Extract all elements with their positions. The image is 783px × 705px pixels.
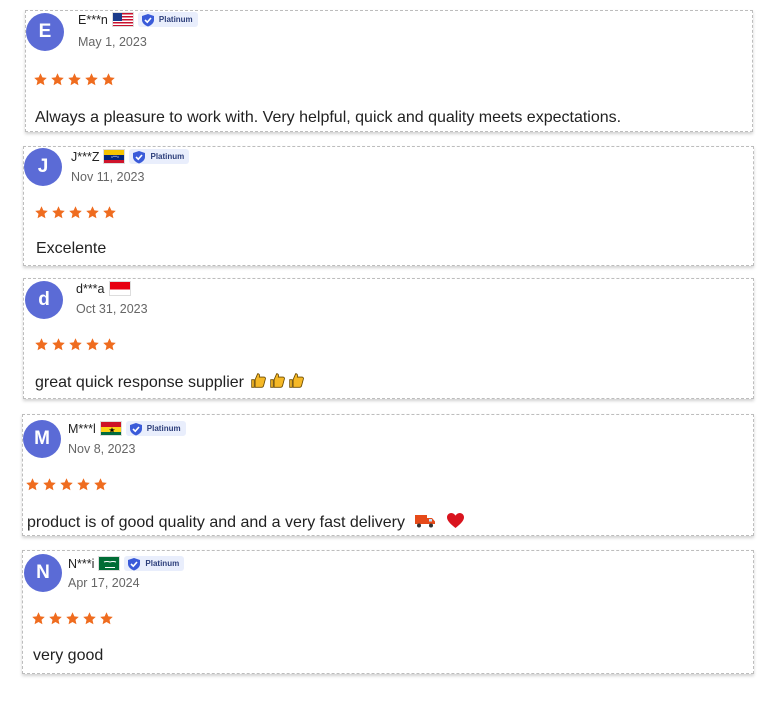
star-icon [103, 338, 116, 351]
avatar: J [24, 148, 62, 186]
review-text: product is of good quality and and a ver… [27, 514, 405, 531]
reviewer-name: N***i [68, 556, 95, 571]
avatar: E [26, 13, 64, 51]
badge-label: Platinum [150, 152, 185, 161]
thumbs-up-icon [269, 372, 286, 394]
star-icon [68, 73, 81, 86]
review-text-row: great quick response supplier [35, 372, 305, 394]
reviewer-name: E***n [78, 12, 108, 27]
platinum-badge: Platinum [125, 421, 186, 436]
star-icon [85, 73, 98, 86]
avatar: M [23, 420, 61, 458]
platinum-badge: Platinum [129, 149, 190, 164]
platinum-badge: Platinum [137, 12, 198, 27]
us-flag-icon [111, 12, 134, 27]
review-text: very good [33, 647, 104, 664]
review-date: Nov 11, 2023 [71, 170, 145, 184]
star-rating [34, 205, 117, 220]
star-icon [66, 612, 79, 625]
thumbs-up-icon [288, 372, 305, 394]
badge-label: Platinum [145, 559, 180, 568]
avatar: d [25, 281, 63, 319]
star-icon [35, 206, 48, 219]
badge-label: Platinum [146, 424, 181, 433]
reviewer-row: J***Z Platinum [71, 149, 190, 164]
review-text: Always a pleasure to work with. Very hel… [35, 109, 622, 126]
star-icon [32, 612, 45, 625]
star-icon [103, 206, 116, 219]
badge-label: Platinum [158, 15, 193, 24]
star-icon [34, 73, 47, 86]
red-heart-icon [446, 512, 465, 534]
reviewer-name: M***l [68, 421, 96, 436]
star-icon [77, 478, 90, 491]
star-icon [83, 612, 96, 625]
avatar: N [24, 554, 62, 592]
review-date: Nov 8, 2023 [68, 442, 136, 456]
star-icon [35, 338, 48, 351]
reviewer-row: E***n Platinum [78, 12, 198, 27]
delivery-truck-icon [414, 512, 436, 534]
ghana-flag-icon [99, 421, 122, 436]
review-text-row: product is of good quality and and a ver… [27, 512, 465, 534]
star-icon [52, 338, 65, 351]
review-date: May 1, 2023 [78, 35, 147, 49]
star-icon [102, 73, 115, 86]
star-rating [34, 337, 117, 352]
venezuela-flag-icon [103, 149, 126, 164]
star-icon [86, 338, 99, 351]
star-icon [69, 338, 82, 351]
reviewer-row: M***l Platinum [68, 421, 186, 436]
review-card: J J***Z Platinum Nov 11, 2023 Excelente [23, 146, 754, 266]
indonesia-flag-icon [108, 281, 131, 296]
review-card: M M***l Platinum Nov 8, 2023 product is … [22, 414, 754, 536]
reviewer-row: d***a [76, 281, 131, 296]
thumbs-up-icon [250, 372, 267, 394]
review-text: great quick response supplier [35, 374, 245, 391]
star-rating [25, 477, 108, 492]
star-icon [52, 206, 65, 219]
star-icon [86, 206, 99, 219]
star-icon [49, 612, 62, 625]
review-date: Oct 31, 2023 [76, 302, 148, 316]
reviewer-name: J***Z [71, 149, 100, 164]
star-rating [33, 72, 116, 87]
review-card: E E***n Platinum May 1, 2023 Always a pl… [25, 10, 753, 132]
star-icon [69, 206, 82, 219]
star-icon [94, 478, 107, 491]
review-text: Excelente [36, 240, 107, 257]
reviewer-row: N***i Platinum [68, 556, 185, 571]
saudi-arabia-flag-icon [98, 556, 121, 571]
verified-shield-icon [129, 422, 142, 435]
verified-shield-icon [128, 557, 141, 570]
star-icon [43, 478, 56, 491]
star-icon [60, 478, 73, 491]
platinum-badge: Platinum [124, 556, 185, 571]
review-card: N N***i Platinum Apr 17, 2024 very good [22, 550, 754, 674]
review-card: d d***a Oct 31, 2023 great quick respons… [23, 278, 754, 399]
star-rating [31, 611, 114, 626]
reviewer-name: d***a [76, 281, 105, 296]
star-icon [26, 478, 39, 491]
star-icon [100, 612, 113, 625]
verified-shield-icon [141, 13, 154, 26]
verified-shield-icon [133, 150, 146, 163]
review-date: Apr 17, 2024 [68, 576, 140, 590]
star-icon [51, 73, 64, 86]
